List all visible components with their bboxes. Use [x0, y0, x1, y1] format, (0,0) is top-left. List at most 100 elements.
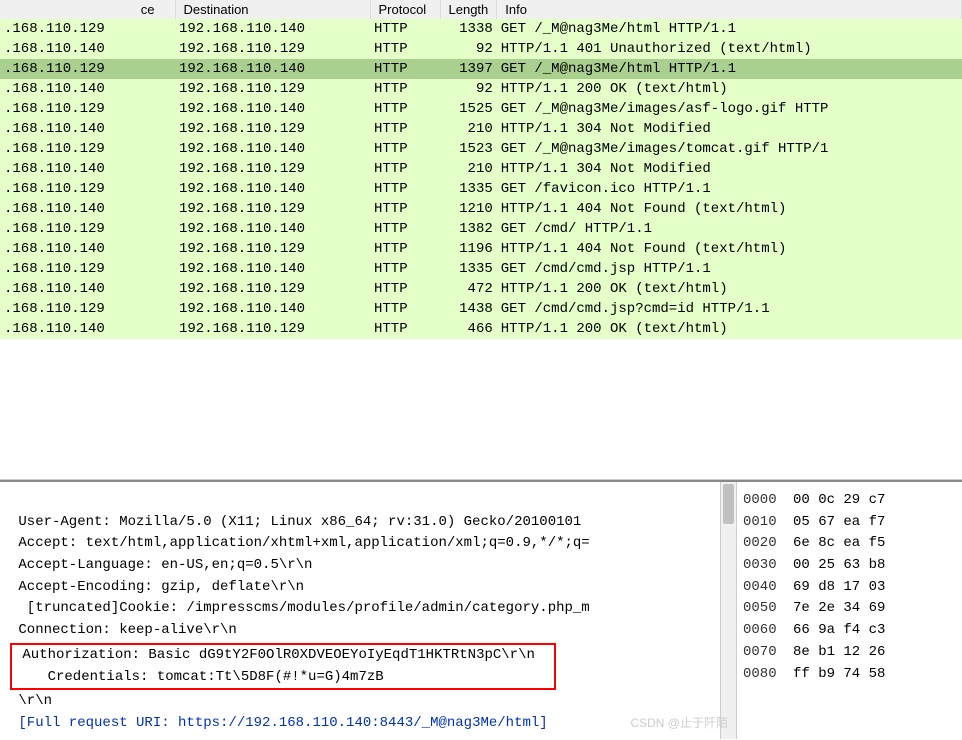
- bottom-panels: User-Agent: Mozilla/5.0 (X11; Linux x86_…: [0, 480, 962, 739]
- packet-row[interactable]: .168.110.140192.168.110.129HTTP1210HTTP/…: [0, 199, 962, 219]
- packet-cell-dst: 192.168.110.129: [175, 319, 370, 339]
- packet-row[interactable]: .168.110.129192.168.110.140HTTP1523GET /…: [0, 139, 962, 159]
- packet-cell-src: .168.110.140: [0, 79, 175, 99]
- packet-cell-info: HTTP/1.1 200 OK (text/html): [497, 279, 962, 299]
- packet-cell-len: 92: [440, 39, 497, 59]
- packet-cell-proto: HTTP: [370, 159, 440, 179]
- packet-cell-len: 1382: [440, 219, 497, 239]
- packet-cell-proto: HTTP: [370, 99, 440, 119]
- packet-cell-src: .168.110.140: [0, 159, 175, 179]
- hex-row[interactable]: 00206e 8c ea f5: [743, 533, 956, 555]
- hex-offset: 0010: [743, 512, 793, 534]
- col-protocol-header[interactable]: Protocol: [370, 0, 440, 19]
- packet-cell-len: 1335: [440, 259, 497, 279]
- packet-cell-len: 1438: [440, 299, 497, 319]
- packet-cell-src: .168.110.129: [0, 59, 175, 79]
- packet-cell-proto: HTTP: [370, 239, 440, 259]
- packet-cell-dst: 192.168.110.140: [175, 219, 370, 239]
- packet-row[interactable]: .168.110.129192.168.110.140HTTP1335GET /…: [0, 179, 962, 199]
- packet-row[interactable]: .168.110.140192.168.110.129HTTP472HTTP/1…: [0, 279, 962, 299]
- packet-cell-len: 1523: [440, 139, 497, 159]
- packet-row[interactable]: .168.110.129192.168.110.140HTTP1382GET /…: [0, 219, 962, 239]
- col-length-header[interactable]: Length: [440, 0, 497, 19]
- hex-row[interactable]: 000000 0c 29 c7: [743, 490, 956, 512]
- col-destination-header[interactable]: Destination: [175, 0, 370, 19]
- header-row[interactable]: ce Destination Protocol Length Info: [0, 0, 962, 19]
- packet-cell-dst: 192.168.110.129: [175, 159, 370, 179]
- packet-cell-len: 466: [440, 319, 497, 339]
- hex-bytes: 66 9a f4 c3: [793, 620, 956, 642]
- watermark: CSDN @止于阡陌: [630, 714, 728, 733]
- packet-row[interactable]: .168.110.129192.168.110.140HTTP1335GET /…: [0, 259, 962, 279]
- packet-cell-len: 1335: [440, 179, 497, 199]
- packet-row[interactable]: .168.110.140192.168.110.129HTTP466HTTP/1…: [0, 319, 962, 339]
- detail-line: Accept: text/html,application/xhtml+xml,…: [10, 535, 590, 551]
- packet-row[interactable]: .168.110.140192.168.110.129HTTP210HTTP/1…: [0, 159, 962, 179]
- packet-cell-len: 210: [440, 159, 497, 179]
- packet-cell-dst: 192.168.110.140: [175, 259, 370, 279]
- packet-cell-proto: HTTP: [370, 39, 440, 59]
- packet-cell-len: 1338: [440, 19, 497, 39]
- packet-row[interactable]: .168.110.129192.168.110.140HTTP1338GET /…: [0, 19, 962, 39]
- packet-row[interactable]: .168.110.129192.168.110.140HTTP1438GET /…: [0, 299, 962, 319]
- hex-row[interactable]: 0080ff b9 74 58: [743, 664, 956, 686]
- packet-row[interactable]: .168.110.129192.168.110.140HTTP1397GET /…: [0, 59, 962, 79]
- hex-offset: 0020: [743, 533, 793, 555]
- packet-cell-proto: HTTP: [370, 179, 440, 199]
- packet-cell-info: HTTP/1.1 401 Unauthorized (text/html): [497, 39, 962, 59]
- packet-cell-info: GET /_M@nag3Me/images/tomcat.gif HTTP/1: [497, 139, 962, 159]
- packet-cell-info: GET /cmd/ HTTP/1.1: [497, 219, 962, 239]
- packet-cell-proto: HTTP: [370, 119, 440, 139]
- packet-row[interactable]: .168.110.140192.168.110.129HTTP1196HTTP/…: [0, 239, 962, 259]
- details-scrollbar[interactable]: [720, 482, 736, 739]
- packet-cell-dst: 192.168.110.129: [175, 79, 370, 99]
- hex-row[interactable]: 003000 25 63 b8: [743, 555, 956, 577]
- hex-row[interactable]: 004069 d8 17 03: [743, 577, 956, 599]
- packet-cell-dst: 192.168.110.129: [175, 279, 370, 299]
- packet-cell-proto: HTTP: [370, 319, 440, 339]
- packet-cell-src: .168.110.140: [0, 39, 175, 59]
- hex-row[interactable]: 00507e 2e 34 69: [743, 598, 956, 620]
- packet-row[interactable]: .168.110.140192.168.110.129HTTP92HTTP/1.…: [0, 79, 962, 99]
- packet-cell-src: .168.110.129: [0, 179, 175, 199]
- detail-line: Accept-Language: en-US,en;q=0.5\r\n: [10, 557, 312, 573]
- packet-cell-proto: HTTP: [370, 259, 440, 279]
- scrollbar-thumb[interactable]: [723, 484, 734, 524]
- packet-cell-dst: 192.168.110.140: [175, 99, 370, 119]
- packet-cell-len: 1196: [440, 239, 497, 259]
- packet-row[interactable]: .168.110.140192.168.110.129HTTP92HTTP/1.…: [0, 39, 962, 59]
- hex-row[interactable]: 001005 67 ea f7: [743, 512, 956, 534]
- authorization-header-line: Authorization: Basic dG9tY2F0OlR0XDVEOEY…: [14, 647, 535, 663]
- packet-table[interactable]: ce Destination Protocol Length Info .168…: [0, 0, 962, 339]
- full-request-uri-line: [Full request URI: https://192.168.110.1…: [10, 715, 548, 731]
- packet-cell-dst: 192.168.110.140: [175, 299, 370, 319]
- packet-cell-src: .168.110.140: [0, 279, 175, 299]
- packet-cell-src: .168.110.140: [0, 199, 175, 219]
- packet-cell-info: GET /_M@nag3Me/html HTTP/1.1: [497, 19, 962, 39]
- hex-bytes: 6e 8c ea f5: [793, 533, 956, 555]
- packet-row[interactable]: .168.110.129192.168.110.140HTTP1525GET /…: [0, 99, 962, 119]
- packet-cell-dst: 192.168.110.140: [175, 19, 370, 39]
- packet-row[interactable]: .168.110.140192.168.110.129HTTP210HTTP/1…: [0, 119, 962, 139]
- hex-row[interactable]: 00708e b1 12 26: [743, 642, 956, 664]
- packet-cell-info: GET /favicon.ico HTTP/1.1: [497, 179, 962, 199]
- hex-bytes: ff b9 74 58: [793, 664, 956, 686]
- col-source-header[interactable]: ce: [0, 0, 175, 19]
- packet-cell-info: GET /cmd/cmd.jsp HTTP/1.1: [497, 259, 962, 279]
- hex-offset: 0070: [743, 642, 793, 664]
- authorization-highlight-box: Authorization: Basic dG9tY2F0OlR0XDVEOEY…: [10, 643, 556, 690]
- hex-offset: 0030: [743, 555, 793, 577]
- packet-cell-src: .168.110.129: [0, 99, 175, 119]
- packet-cell-info: HTTP/1.1 200 OK (text/html): [497, 79, 962, 99]
- packet-details-panel[interactable]: User-Agent: Mozilla/5.0 (X11; Linux x86_…: [0, 482, 737, 739]
- hex-dump-panel[interactable]: 000000 0c 29 c7 001005 67 ea f7 00206e 8…: [737, 482, 962, 739]
- packet-cell-proto: HTTP: [370, 219, 440, 239]
- hex-bytes: 8e b1 12 26: [793, 642, 956, 664]
- col-info-header[interactable]: Info: [497, 0, 962, 19]
- packet-cell-dst: 192.168.110.140: [175, 179, 370, 199]
- hex-row[interactable]: 006066 9a f4 c3: [743, 620, 956, 642]
- detail-line: User-Agent: Mozilla/5.0 (X11; Linux x86_…: [10, 514, 590, 530]
- packet-cell-proto: HTTP: [370, 19, 440, 39]
- packet-cell-info: HTTP/1.1 304 Not Modified: [497, 119, 962, 139]
- packet-cell-info: HTTP/1.1 404 Not Found (text/html): [497, 199, 962, 219]
